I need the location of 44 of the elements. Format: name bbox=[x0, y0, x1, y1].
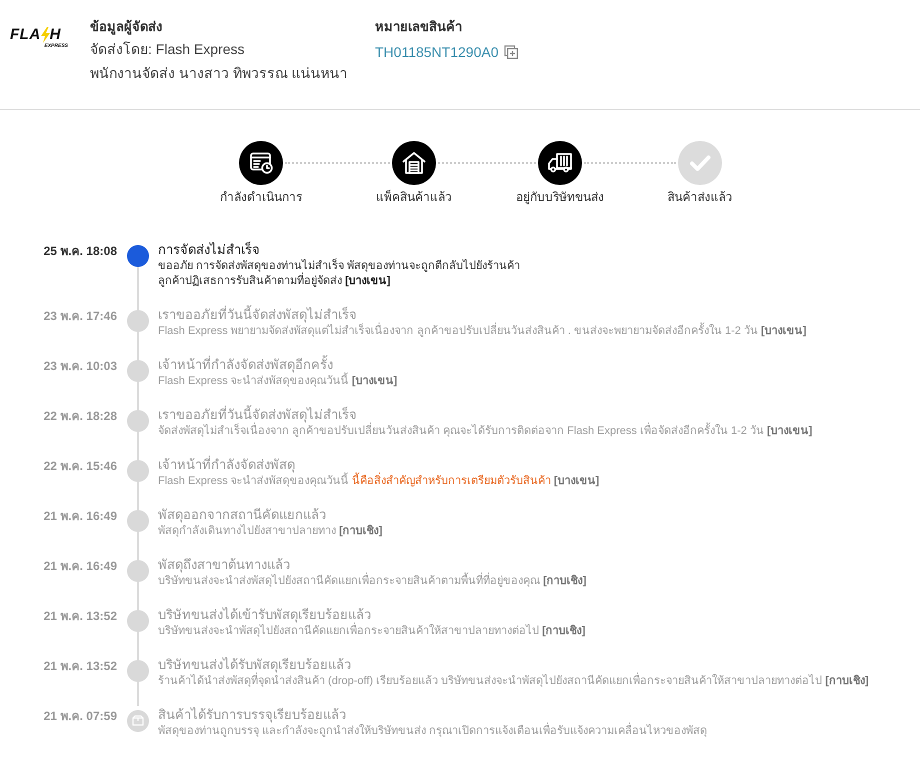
event-description: บริษัทขนส่งจะนำส่งพัสดุไปยังสถานีคัดแยกเพื่อกระจายสินค้าตามพื้นที่ที่อยู่ของคุณ [กาบเชิง] bbox=[158, 574, 916, 589]
event-date: 23 พ.ค. 17:46 bbox=[42, 308, 118, 325]
step-label: อยู่กับบริษัทขนส่ง bbox=[515, 189, 605, 205]
courier-text: พนักงานจัดส่ง นางสาว ทิพวรรณ แน่นหนา bbox=[90, 64, 349, 83]
event-date: 22 พ.ค. 18:28 bbox=[42, 408, 118, 425]
event-title: เราขออภัยที่วันนี้จัดส่งพัสดุไม่สำเร็จ bbox=[158, 306, 358, 322]
event-title: พัสดุออกจากสถานีคัดแยกแล้ว bbox=[158, 506, 327, 524]
sender-heading: ข้อมูลผู้จัดส่ง bbox=[90, 18, 163, 37]
event-title: การจัดส่งไม่สำเร็จ bbox=[158, 241, 261, 258]
event-title: บริษัทขนส่งได้เข้ารับพัสดุเรียบร้อยแล้ว bbox=[158, 606, 372, 622]
event-title: เราขออภัยที่วันนี้จัดส่งพัสดุไม่สำเร็จ bbox=[158, 406, 358, 422]
event-description: พัสดุกำลังเดินทางไปยังสาขาปลายทาง [กาบเชิง] bbox=[158, 524, 384, 539]
event-title: พัสดุถึงสาขาต้นทางแล้ว bbox=[158, 556, 291, 572]
step-label: แพ็คสินค้าแล้ว bbox=[375, 189, 453, 205]
event-date: 25 พ.ค. 18:08 bbox=[42, 243, 118, 260]
event-title: สินค้าได้รับการบรรจุเรียบร้อยแล้ว bbox=[158, 706, 347, 724]
event-description: จัดส่งพัสดุไม่สำเร็จเนื่องจาก ลูกค้าขอปรับเปลี่ยนวันส่งสินค้า คุณจะได้รับการติดต่อจาก Flash Express เพื่อจัดส่งอีกครั้งใน 1-2 วัน [บางเขน] bbox=[158, 424, 916, 439]
step-label: สินค้าส่งแล้ว bbox=[666, 189, 734, 205]
event-title: บริษัทขนส่งได้รับพัสดุเรียบร้อยแล้ว bbox=[158, 656, 352, 672]
event-date: 21 พ.ค. 16:49 bbox=[42, 508, 118, 525]
event-date: 21 พ.ค. 13:52 bbox=[42, 608, 118, 625]
event-date: 21 พ.ค. 16:49 bbox=[42, 558, 118, 575]
event-title: เจ้าหน้าที่กำลังจัดส่งพัสดุ bbox=[158, 456, 296, 472]
event-title: เจ้าหน้าที่กำลังจัดส่งพัสดุอีกครั้ง bbox=[158, 356, 334, 372]
event-description: Flash Express จะนำส่งพัสดุของคุณวันนี้ นี้คือสิ่งสำคัญสำหรับการเตรียมตัวรับสินค้า [บางเขน] bbox=[158, 474, 916, 489]
event-date: 23 พ.ค. 10:03 bbox=[42, 358, 118, 375]
tracking-heading: หมายเลขสินค้า bbox=[375, 18, 463, 36]
event-description: ลูกค้าปฏิเสธการรับสินค้าตามที่อยู่จัดส่ง [บางเขน] bbox=[158, 274, 916, 289]
lightning-bolt-icon bbox=[40, 27, 50, 43]
event-description: Flash Express พยายามจัดส่งพัสดุแต่ไม่สำเร็จเนื่องจาก ลูกค้าขอปรับเปลี่ยนวันส่งสินค้า . ขนส่งจะพยายามจัดส่งอีกครั้งใน 1-2 วัน [บางเขน] bbox=[158, 324, 916, 339]
event-description: Flash Express จะนำส่งพัสดุของคุณวันนี้ [บางเขน] bbox=[158, 374, 916, 389]
event-date: 22 พ.ค. 15:46 bbox=[42, 458, 118, 475]
logo-wordmark: H bbox=[50, 27, 62, 43]
logo-wordmark: FLA bbox=[10, 27, 41, 43]
event-description: บริษัทขนส่งจะนำพัสดุไปยังสถานีคัดแยกเพื่อกระจายสินค้าให้สาขาปลายทางต่อไป [กาบเชิง] bbox=[158, 624, 916, 639]
step-label: กำลังดำเนินการ bbox=[219, 189, 303, 205]
event-description: ร้านค้าได้นำส่งพัสดุที่จุดนำส่งสินค้า (drop-off) เรียบร้อยแล้ว บริษัทขนส่งจะนำพัสดุไปยังสถานีคัดแยกเพื่อกระจายสินค้าให้สาขาปลายทางต่อไป [กาบเชิง] bbox=[158, 674, 916, 689]
carrier-text: จัดส่งโดย: Flash Express bbox=[90, 40, 246, 59]
event-date: 21 พ.ค. 07:59 bbox=[42, 708, 118, 725]
copy-icon[interactable] bbox=[504, 45, 518, 59]
event-description: พัสดุของท่านถูกบรรจุ และกำลังจะถูกนำส่งให้บริษัทขนส่ง กรุณาเปิดการแจ้งเตือนเพื่อรับแจ้งความเคลื่อนไหวของพัสดุ bbox=[158, 724, 916, 739]
event-description: ขออภัย การจัดส่งพัสดุของท่านไม่สำเร็จ พัสดุของท่านจะถูกตีกลับไปยังร้านค้า bbox=[158, 259, 522, 272]
tracking-number: TH01185NT1290A0 bbox=[375, 43, 498, 62]
event-date: 21 พ.ค. 13:52 bbox=[42, 658, 118, 675]
